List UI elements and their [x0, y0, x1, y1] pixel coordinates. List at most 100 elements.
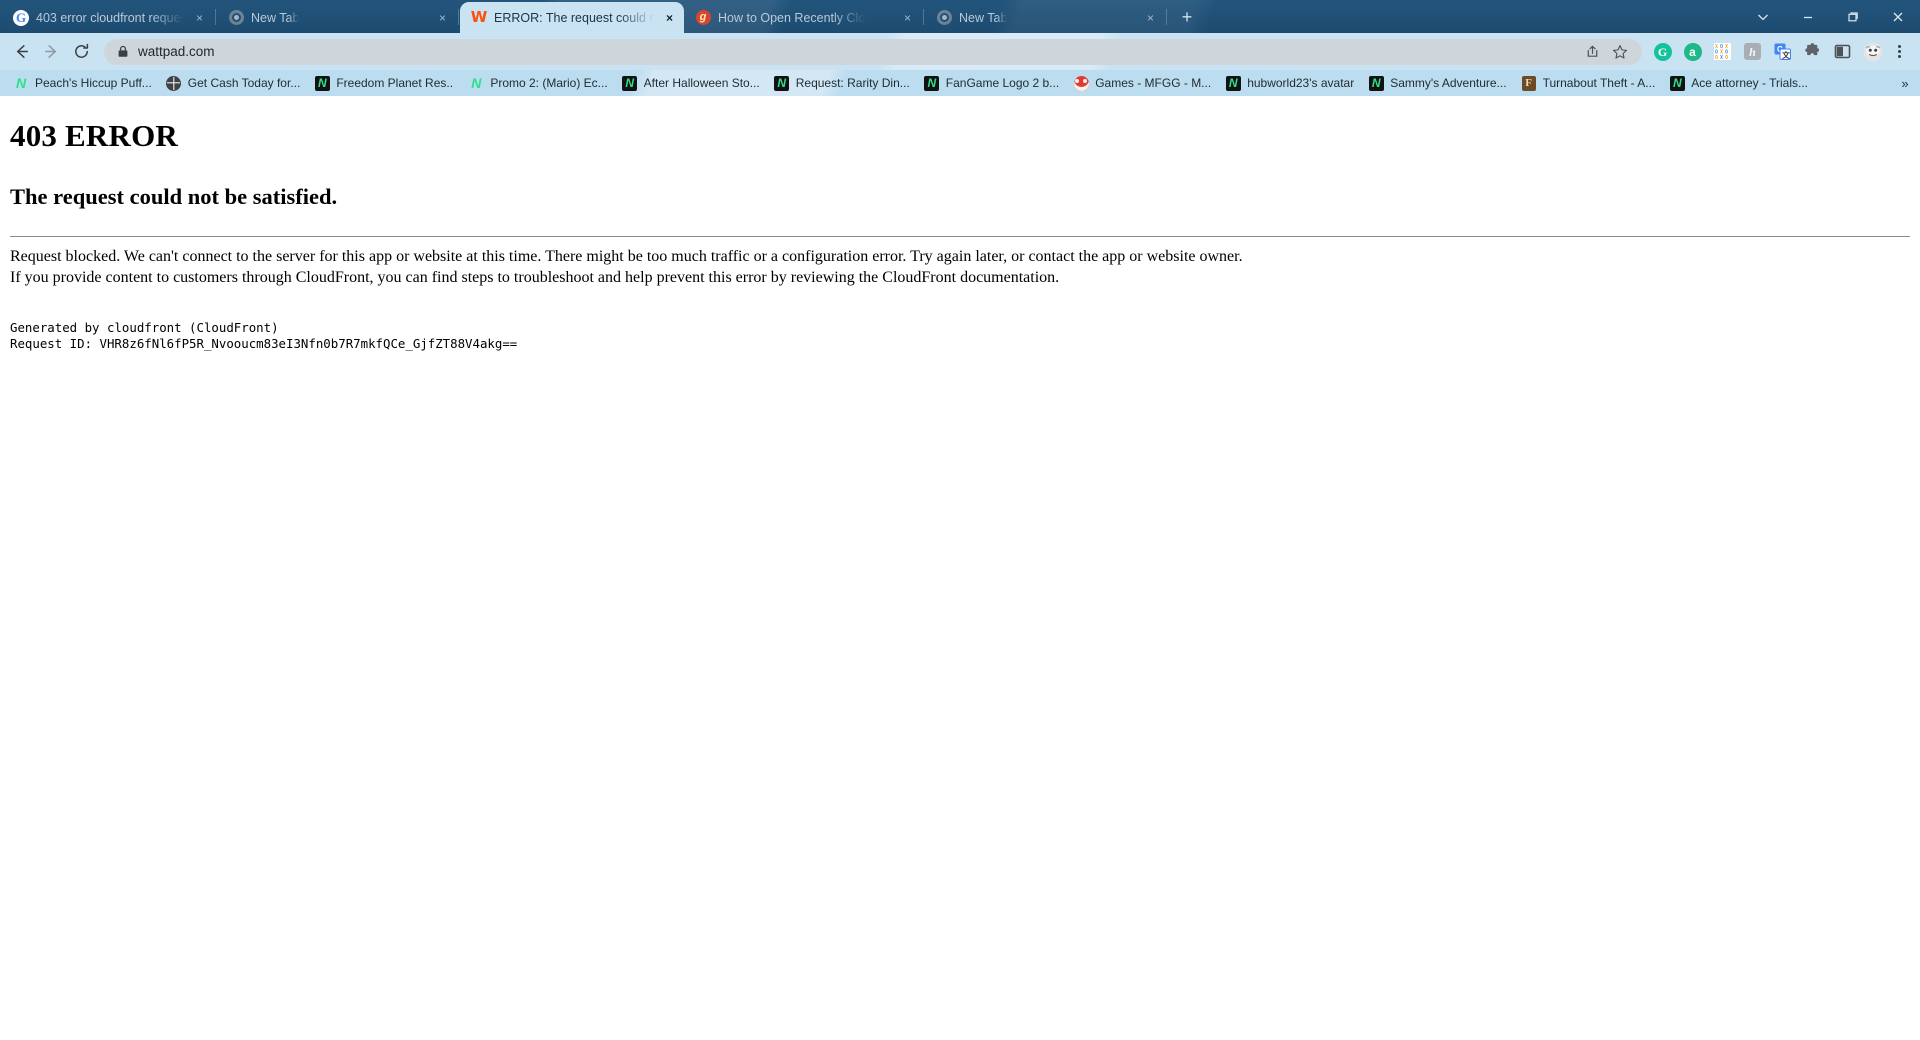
honey-extension-icon[interactable]: h	[1739, 38, 1766, 65]
tab-close-button[interactable]: ×	[899, 9, 916, 26]
generated-by-text: Generated by cloudfront (CloudFront)	[10, 319, 279, 335]
tab-separator	[923, 8, 924, 25]
svg-text:O: O	[1725, 55, 1728, 60]
bookmark-label: hubworld23's avatar	[1247, 76, 1355, 90]
google-translate-extension-icon[interactable]: G 文	[1769, 38, 1796, 65]
bookmark-item[interactable]: N FanGame Logo 2 b...	[917, 72, 1066, 94]
bookmark-item[interactable]: F Turnabout Theft - A...	[1514, 72, 1663, 94]
url-text[interactable]: wattpad.com	[138, 44, 1571, 59]
puzzle-icon[interactable]	[1799, 38, 1826, 65]
chrome-icon	[936, 10, 952, 26]
maximize-icon[interactable]	[1830, 0, 1875, 33]
new-tab-button[interactable]: +	[1173, 3, 1201, 31]
newgrounds-icon: N	[622, 75, 638, 91]
back-arrow-icon	[16, 45, 28, 58]
page-subtitle: The request could not be satisfied.	[10, 184, 338, 209]
newgrounds-icon: N	[924, 75, 940, 91]
amazon-assistant-extension-icon[interactable]: a	[1679, 38, 1706, 65]
mushroom-icon	[1073, 75, 1089, 91]
bookmark-label: After Halloween Sto...	[643, 76, 760, 90]
tab-close-button[interactable]: ×	[1142, 9, 1159, 26]
browser-tab[interactable]: New Tab ×	[925, 2, 1165, 33]
lock-icon	[117, 45, 129, 58]
avatar[interactable]	[1859, 38, 1886, 65]
bookmark-item[interactable]: N Sammy's Adventure...	[1361, 72, 1513, 94]
bookmark-label: Freedom Planet Res...	[336, 76, 455, 90]
browser-tab[interactable]: New Tab ×	[217, 2, 457, 33]
tab-title: New Tab	[251, 10, 300, 25]
bookmark-item[interactable]: Get Cash Today for...	[159, 72, 308, 94]
grid-extension-icon[interactable]: XOX OXO OXO	[1709, 38, 1736, 65]
tab-title: 403 error cloudfront request bloc	[36, 10, 184, 25]
bookmark-label: Ace attorney - Trials...	[1691, 76, 1809, 90]
error-details: Generated by cloudfront (CloudFront) Req…	[10, 320, 1910, 352]
forward-arrow-icon	[44, 45, 56, 58]
bookmark-item[interactable]: N After Halloween Sto...	[615, 72, 767, 94]
bookmark-item[interactable]: N Peach's Hiccup Puff...	[6, 72, 159, 94]
bookmark-label: Get Cash Today for...	[187, 76, 301, 90]
divider	[10, 236, 1910, 237]
bookmark-star-icon[interactable]	[1608, 40, 1632, 64]
tab-title: How to Open Recently Closed Ta	[718, 10, 866, 25]
bookmarks-bar: N Peach's Hiccup Puff... Get Cash Today …	[0, 70, 1920, 96]
forward-button[interactable]	[36, 37, 66, 67]
window-controls	[1740, 0, 1920, 33]
google-icon: G	[13, 9, 29, 26]
close-icon[interactable]	[1875, 0, 1920, 33]
bookmark-item[interactable]: N Freedom Planet Res...	[307, 72, 461, 94]
bookmark-label: FanGame Logo 2 b...	[945, 76, 1060, 90]
globe-icon	[166, 75, 182, 91]
wattpad-icon: W	[470, 8, 488, 26]
newgrounds-icon: N	[15, 75, 27, 91]
chevron-down-icon[interactable]	[1740, 0, 1785, 33]
grammarly-extension-icon[interactable]: G	[1649, 38, 1676, 65]
tab-strip: G 403 error cloudfront request bloc × Ne…	[0, 0, 1920, 33]
bookmarks-overflow-button[interactable]: »	[1894, 72, 1916, 94]
bookmark-item[interactable]: N Request: Rarity Din...	[767, 72, 917, 94]
minimize-icon[interactable]	[1785, 0, 1830, 33]
newgrounds-icon: N	[471, 75, 482, 91]
tab-close-button[interactable]: ×	[191, 9, 208, 26]
tab-close-button[interactable]: ×	[434, 9, 451, 26]
bookmark-label: Promo 2: (Mario) Ec...	[490, 76, 608, 90]
bookmark-label: Request: Rarity Din...	[795, 76, 910, 90]
tab-separator	[215, 8, 216, 25]
bookmark-label: Games - MFGG - M...	[1095, 76, 1212, 90]
request-id-text: Request ID: VHR8z6fNl6fP5R_Nvooucm83eI3N…	[10, 335, 518, 351]
address-bar[interactable]: wattpad.com	[104, 38, 1642, 65]
error-paragraph-1: Request blocked. We can't connect to the…	[10, 248, 1243, 265]
svg-text:X: X	[1720, 55, 1723, 60]
browser-tab[interactable]: G 403 error cloudfront request bloc ×	[2, 2, 214, 33]
fanfiction-icon: F	[1521, 75, 1537, 91]
tab-title: New Tab	[959, 10, 1008, 25]
newgrounds-icon: N	[1225, 75, 1241, 91]
svg-text:文: 文	[1782, 50, 1791, 60]
reload-icon	[74, 43, 88, 58]
bookmark-item[interactable]: N hubworld23's avatar	[1218, 72, 1361, 94]
page-title: 403 ERROR	[10, 118, 179, 153]
tab-close-button[interactable]: ×	[661, 9, 678, 26]
error-paragraph-2: If you provide content to customers thro…	[10, 268, 1060, 286]
genius-icon: g	[695, 10, 711, 26]
chrome-icon	[228, 10, 244, 26]
browser-window: G 403 error cloudfront request bloc × Ne…	[0, 0, 1920, 1040]
browser-tab[interactable]: g How to Open Recently Closed Ta ×	[684, 2, 922, 33]
browser-tab-active[interactable]: W ERROR: The request could not be ×	[460, 2, 684, 33]
bookmark-item[interactable]: N Ace attorney - Trials...	[1662, 72, 1815, 94]
bookmark-item[interactable]: N Promo 2: (Mario) Ec...	[461, 72, 614, 94]
newgrounds-icon: N	[1368, 75, 1384, 91]
svg-text:O: O	[1715, 55, 1718, 60]
extension-icons: G a XOX OXO OXO h 文	[1649, 38, 1886, 65]
newgrounds-icon: N	[774, 75, 790, 91]
tab-separator	[1166, 8, 1167, 25]
newgrounds-icon: N	[314, 75, 330, 91]
reload-button[interactable]	[66, 37, 96, 67]
bookmark-label: Peach's Hiccup Puff...	[35, 76, 152, 90]
chrome-menu-button[interactable]	[1886, 38, 1912, 65]
share-icon[interactable]	[1580, 40, 1604, 64]
tab-title: ERROR: The request could not be	[494, 10, 654, 25]
side-panel-icon[interactable]	[1829, 38, 1856, 65]
bookmark-item[interactable]: Games - MFGG - M...	[1066, 72, 1218, 94]
tab-separator	[458, 8, 459, 25]
back-button[interactable]	[6, 37, 36, 67]
